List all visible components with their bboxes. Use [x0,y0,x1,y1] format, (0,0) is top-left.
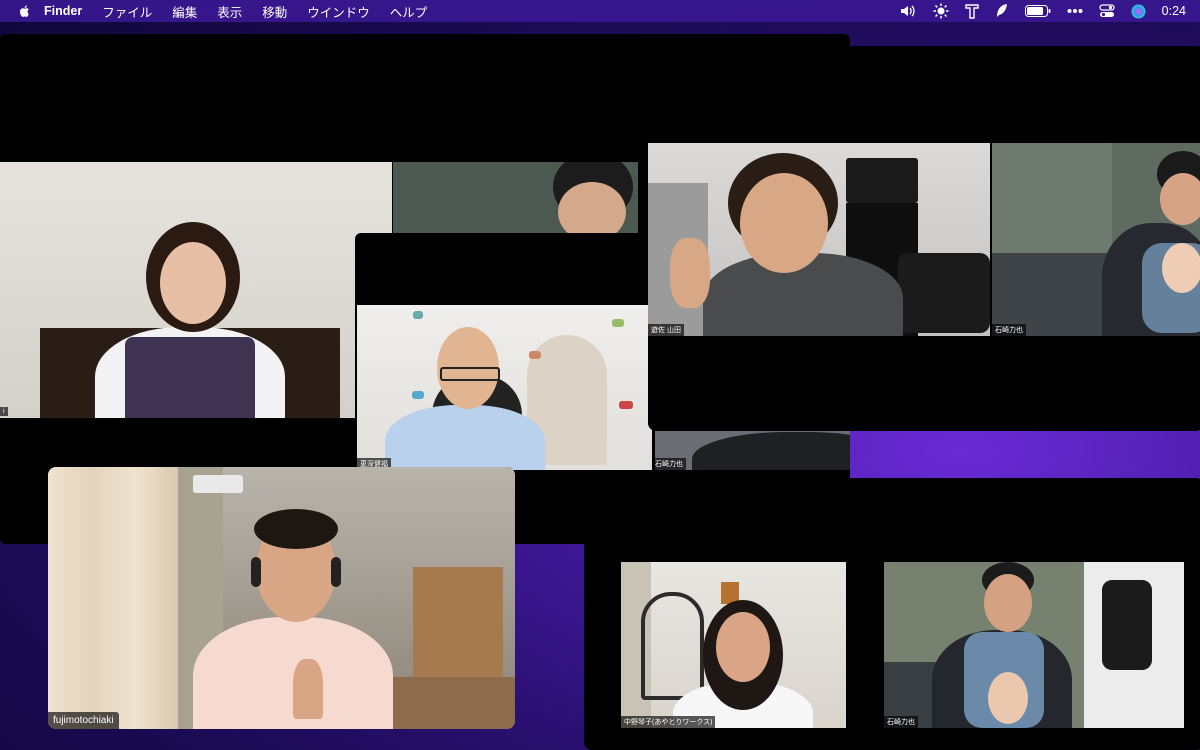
volume-icon[interactable] [899,4,917,18]
menu-window[interactable]: ウインドウ [307,2,370,21]
more-icon[interactable] [1067,8,1083,14]
participant-name-label: i [0,407,8,416]
brightness-icon[interactable] [933,3,949,19]
menu-view[interactable]: 表示 [217,2,242,21]
video-tile-man-mic[interactable]: 遊佐 山田 [648,143,990,336]
feather-icon[interactable] [995,3,1009,19]
video-tile-man-baby-bottom[interactable]: 石崎力也 [884,562,1184,728]
menu-help[interactable]: ヘルプ [390,2,428,21]
menu-file[interactable]: ファイル [102,2,152,21]
menu-go[interactable]: 移動 [262,2,287,21]
video-tile-woman-headset[interactable]: 中野琴子(あやとりワークス) [621,562,846,728]
video-tile-man-glasses[interactable]: 恵深健福 [357,305,652,470]
participant-name-label: 石崎力也 [884,716,918,728]
battery-icon [1024,5,1051,17]
video-tile-man-baby-top[interactable]: 石崎力也 [992,143,1200,336]
participant-name-label: 石崎力也 [652,458,686,470]
siri-icon[interactable] [1131,4,1146,19]
menu-finder[interactable]: Finder [44,4,82,18]
participant-name-label: fujimotochiaki [48,712,119,729]
text-icon[interactable] [964,3,979,19]
video-window-c[interactable]: 遊佐 山田 石崎力也 [648,46,1200,431]
control-center-icon[interactable] [1099,4,1115,18]
apple-icon[interactable] [18,4,32,18]
video-tile-woman[interactable]: i [0,162,392,418]
menu-edit[interactable]: 編集 [172,2,197,21]
video-window-e[interactable]: 中野琴子(あやとりワークス) 石崎力也 [584,478,1200,750]
participant-name-label: 遊佐 山田 [648,324,684,336]
participant-name-label: 石崎力也 [992,324,1026,336]
menu-bar: Finder ファイル 編集 表示 移動 ウインドウ ヘルプ 0:24 [0,0,1200,22]
video-tile-bottom[interactable]: 石崎力也 [652,430,850,470]
video-window-d[interactable]: fujimotochiaki [48,467,515,729]
participant-name-label: 中野琴子(あやとりワークス) [621,716,716,728]
video-tile-man-headphones[interactable]: fujimotochiaki [48,467,515,729]
menubar-clock: 0:24 [1161,4,1186,18]
